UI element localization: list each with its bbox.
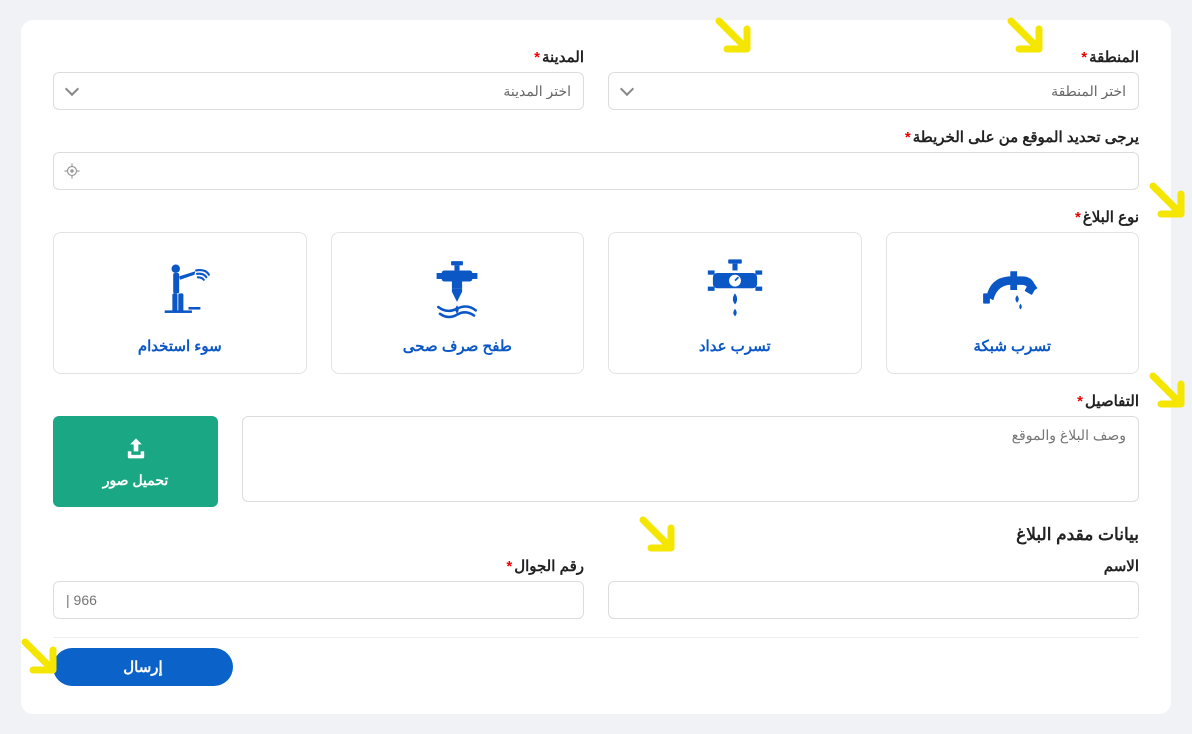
map-label: يرجى تحديد الموقع من على الخريطة* — [53, 128, 1139, 146]
phone-input[interactable] — [53, 581, 584, 619]
annotation-arrow — [1143, 370, 1192, 420]
type-meterleak[interactable]: تسرب عداد — [608, 232, 862, 374]
networkleak-icon — [897, 255, 1129, 325]
map-location-input[interactable] — [53, 152, 1139, 190]
phone-label: رقم الجوال* — [53, 557, 584, 575]
submit-button[interactable]: إرسال — [53, 648, 233, 686]
type-misuse[interactable]: سوء استخدام — [53, 232, 307, 374]
sewage-icon — [342, 255, 574, 325]
name-input[interactable] — [608, 581, 1139, 619]
divider — [53, 637, 1139, 638]
type-label: سوء استخدام — [64, 337, 296, 355]
misuse-icon — [64, 255, 296, 325]
city-select[interactable]: اختر المدينة — [53, 72, 584, 110]
upload-label: تحميل صور — [103, 472, 169, 489]
reporter-section-title: بيانات مقدم البلاغ — [53, 525, 1139, 545]
type-label: تسرب شبكة — [897, 337, 1129, 355]
meterleak-icon — [619, 255, 851, 325]
type-label: تسرب عداد — [619, 337, 851, 355]
region-select[interactable]: اختر المنطقة — [608, 72, 1139, 110]
annotation-arrow — [1143, 180, 1192, 230]
locate-icon[interactable] — [63, 162, 81, 180]
upload-images-button[interactable]: تحميل صور — [53, 416, 218, 507]
upload-icon — [122, 435, 150, 466]
type-sewage[interactable]: طفح صرف صحى — [331, 232, 585, 374]
region-label: المنطقة* — [608, 48, 1139, 66]
name-label: الاسم — [608, 557, 1139, 575]
details-textarea[interactable] — [242, 416, 1139, 502]
details-label: التفاصيل* — [53, 392, 1139, 410]
type-label: طفح صرف صحى — [342, 337, 574, 355]
city-label: المدينة* — [53, 48, 584, 66]
type-networkleak[interactable]: تسرب شبكة — [886, 232, 1140, 374]
report-type-label: نوع البلاغ* — [53, 208, 1139, 226]
